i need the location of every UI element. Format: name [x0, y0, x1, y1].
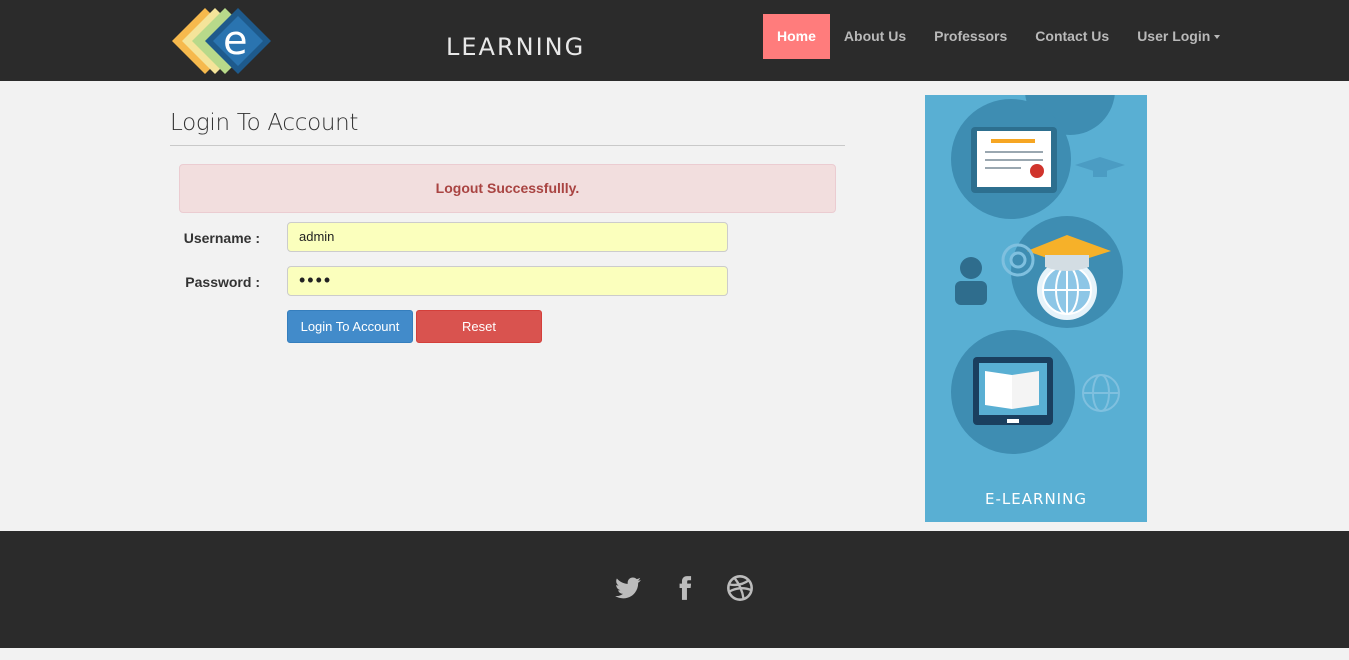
bottom-strip: [0, 648, 1349, 660]
nav-about-us-label: About Us: [843, 28, 907, 44]
site-logo[interactable]: e LEARNING: [170, 6, 583, 76]
page-title: Login To Account: [170, 110, 359, 136]
nav-user-login-label: User Login: [1137, 28, 1211, 44]
login-button[interactable]: Login To Account: [287, 310, 413, 343]
password-label: Password :: [185, 274, 260, 290]
nav-home[interactable]: Home: [763, 14, 830, 59]
logout-alert: Logout Successfullly.: [179, 164, 836, 213]
nav-user-login-dropdown[interactable]: User Login: [1123, 14, 1234, 59]
nav-contact-us-label: Contact Us: [1035, 28, 1110, 44]
logo-text: LEARNING: [446, 33, 586, 61]
twitter-icon[interactable]: [614, 574, 644, 604]
elearning-banner-image: E-LEARNING: [925, 95, 1147, 522]
footer: [0, 531, 1349, 648]
banner-caption: E-LEARNING: [985, 490, 1087, 508]
title-divider: [170, 145, 845, 146]
nav-home-label: Home: [777, 28, 816, 44]
main-nav: Home About Us Professors Contact Us User…: [763, 14, 1234, 59]
nav-professors-label: Professors: [934, 28, 1008, 44]
facebook-icon[interactable]: [672, 574, 702, 604]
elearning-illustration: [951, 95, 1125, 454]
password-input[interactable]: ••••: [287, 266, 728, 296]
svg-text:e: e: [223, 18, 248, 64]
caret-down-icon: [1214, 35, 1221, 40]
nav-professors[interactable]: Professors: [920, 14, 1021, 59]
username-input[interactable]: admin: [287, 222, 728, 252]
nav-about-us[interactable]: About Us: [830, 14, 920, 59]
dribbble-icon[interactable]: [726, 574, 756, 604]
nav-contact-us[interactable]: Contact Us: [1021, 14, 1123, 59]
top-navbar: e LEARNING Home About Us Professors Cont…: [0, 0, 1349, 81]
username-label: Username :: [183, 230, 260, 246]
reset-button[interactable]: Reset: [416, 310, 542, 343]
logo-mark-icon: e: [172, 8, 271, 74]
